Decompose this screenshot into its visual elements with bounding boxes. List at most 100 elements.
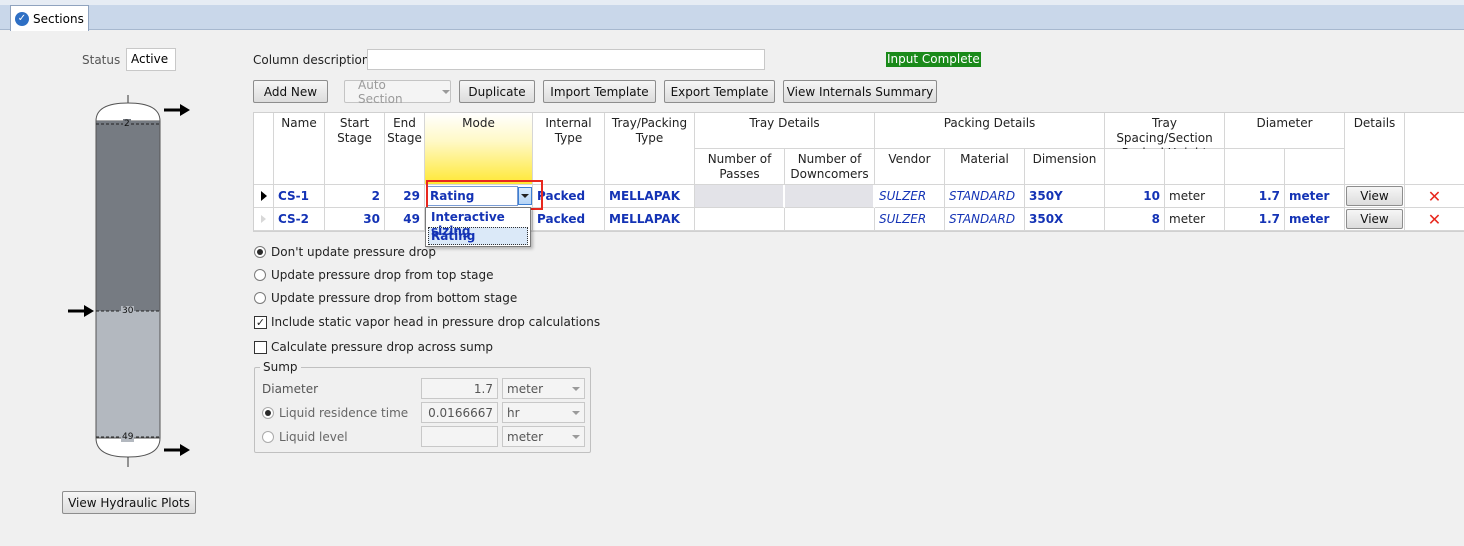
cell-tray-packing-type[interactable]: MELLAPAK: [605, 208, 695, 231]
sump-title: Sump: [260, 360, 301, 374]
status-field[interactable]: Active: [126, 48, 176, 71]
cell-details: View: [1345, 208, 1405, 231]
duplicate-button[interactable]: Duplicate: [459, 80, 535, 103]
mode-option[interactable]: Interactive sizing: [426, 208, 530, 238]
liquid-level-radio[interactable]: Liquid level: [262, 430, 348, 444]
header-dimension: Dimension: [1025, 149, 1105, 185]
header-tray-packing-type: Tray/Packing Type: [605, 113, 695, 185]
cell-material[interactable]: STANDARD: [945, 185, 1025, 208]
mode-option[interactable]: Rating: [428, 227, 528, 245]
cell-internal-type[interactable]: Packed: [533, 185, 605, 208]
row-pointer-icon: [261, 215, 266, 223]
input-status-badge: Input Complete: [886, 52, 981, 67]
mode-dropdown-list: Interactive sizing Rating: [425, 207, 531, 247]
row-selector-2[interactable]: [254, 208, 274, 231]
cell-vendor[interactable]: SULZER: [875, 208, 945, 231]
cell-height[interactable]: 8: [1105, 208, 1165, 231]
column-description-input[interactable]: [367, 49, 765, 70]
radio-selected-icon: [254, 246, 266, 258]
header-number-of-passes: Number of Passes: [695, 149, 785, 185]
view-internals-summary-button[interactable]: View Internals Summary: [783, 80, 937, 103]
cell-number-of-downcomers: [785, 208, 875, 231]
liquid-level-label: Liquid level: [279, 430, 348, 444]
dont-update-label: Don't update pressure drop: [271, 245, 436, 259]
delete-icon[interactable]: ✕: [1405, 185, 1464, 208]
dont-update-radio[interactable]: Don't update pressure drop: [254, 245, 436, 259]
cell-vendor[interactable]: SULZER: [875, 185, 945, 208]
tab-sections[interactable]: ✓ Sections: [10, 5, 89, 31]
cell-diameter-unit[interactable]: meter: [1285, 208, 1345, 231]
from-top-label: Update pressure drop from top stage: [271, 268, 494, 282]
cell-name[interactable]: CS-2: [274, 208, 325, 231]
sump-diameter-unit: meter: [507, 381, 544, 396]
header-mode: Mode: [425, 113, 533, 185]
add-new-button[interactable]: Add New: [253, 80, 328, 103]
header-diameter-unit: [1285, 149, 1345, 185]
from-top-radio[interactable]: Update pressure drop from top stage: [254, 268, 494, 282]
liquid-level-unit-select[interactable]: meter: [502, 426, 585, 447]
row-selector-1[interactable]: [254, 185, 274, 208]
cell-dimension[interactable]: 350Y: [1025, 185, 1105, 208]
header-name: Name: [274, 113, 325, 185]
header-packing-details: Packing Details: [875, 113, 1105, 149]
cell-start-stage[interactable]: 30: [325, 208, 385, 231]
radio-selected-icon: [262, 407, 274, 419]
residence-time-unit: hr: [507, 405, 520, 420]
residence-time-input[interactable]: 0.0166667: [421, 402, 498, 423]
cell-tray-packing-type[interactable]: MELLAPAK: [605, 185, 695, 208]
cell-diameter-unit[interactable]: meter: [1285, 185, 1345, 208]
cell-start-stage[interactable]: 2: [325, 185, 385, 208]
header-tray-details: Tray Details: [695, 113, 875, 149]
stage-label-top: 2: [123, 119, 131, 129]
view-details-button[interactable]: View: [1346, 186, 1403, 206]
residence-time-label: Liquid residence time: [279, 406, 409, 420]
cell-name[interactable]: CS-1: [274, 185, 325, 208]
cell-diameter[interactable]: 1.7: [1225, 208, 1285, 231]
chevron-down-icon: [572, 386, 580, 391]
cell-end-stage[interactable]: 49: [385, 208, 425, 231]
export-template-button[interactable]: Export Template: [664, 80, 775, 103]
across-sump-label: Calculate pressure drop across sump: [271, 340, 494, 354]
column-description-label: Column description: [253, 53, 370, 67]
content-area: [0, 31, 1464, 546]
header-start-stage: Start Stage: [325, 113, 385, 185]
liquid-level-input[interactable]: [421, 426, 498, 447]
import-template-button[interactable]: Import Template: [543, 80, 656, 103]
header-details: Details: [1345, 113, 1405, 185]
sump-diameter-input[interactable]: 1.7: [421, 378, 498, 399]
cell-internal-type[interactable]: Packed: [533, 208, 605, 231]
cell-height-unit[interactable]: meter: [1165, 185, 1225, 208]
header-internal-type: Internal Type: [533, 113, 605, 185]
tab-strip-top: [0, 0, 1464, 5]
view-hydraulic-plots-button[interactable]: View Hydraulic Plots: [62, 491, 196, 514]
cell-diameter[interactable]: 1.7: [1225, 185, 1285, 208]
residence-time-radio[interactable]: Liquid residence time: [262, 406, 408, 420]
auto-section-dropdown[interactable]: Auto Section: [344, 77, 451, 106]
header-height-unit: [1165, 149, 1225, 185]
cell-height-unit[interactable]: meter: [1165, 208, 1225, 231]
cell-material[interactable]: STANDARD: [945, 208, 1025, 231]
radio-icon: [254, 269, 266, 281]
delete-icon[interactable]: ✕: [1405, 208, 1464, 231]
across-sump-checkbox[interactable]: Calculate pressure drop across sump: [254, 340, 493, 354]
cell-end-stage[interactable]: 29: [385, 185, 425, 208]
cell-number-of-downcomers: [785, 185, 875, 208]
checkmark-icon: ✓: [254, 315, 267, 329]
static-head-checkbox[interactable]: ✓ Include static vapor head in pressure …: [254, 315, 600, 329]
highlight-box: [426, 180, 543, 210]
sump-diameter-unit-select[interactable]: meter: [502, 378, 585, 399]
header-material: Material: [945, 149, 1025, 185]
row-pointer-icon: [260, 191, 267, 201]
static-head-label: Include static vapor head in pressure dr…: [271, 315, 601, 329]
header-tray-spacing: Tray Spacing/Section Packed Height: [1105, 113, 1225, 160]
auto-section-label: Auto Section: [358, 77, 403, 106]
from-bottom-radio[interactable]: Update pressure drop from bottom stage: [254, 291, 517, 305]
cell-dimension[interactable]: 350X: [1025, 208, 1105, 231]
cell-details: View: [1345, 185, 1405, 208]
stage-label-feed: 30: [121, 306, 135, 316]
header-end-stage: End Stage: [385, 113, 425, 185]
residence-time-unit-select[interactable]: hr: [502, 402, 585, 423]
view-details-button[interactable]: View: [1346, 209, 1403, 229]
cell-height[interactable]: 10: [1105, 185, 1165, 208]
radio-icon: [254, 292, 266, 304]
